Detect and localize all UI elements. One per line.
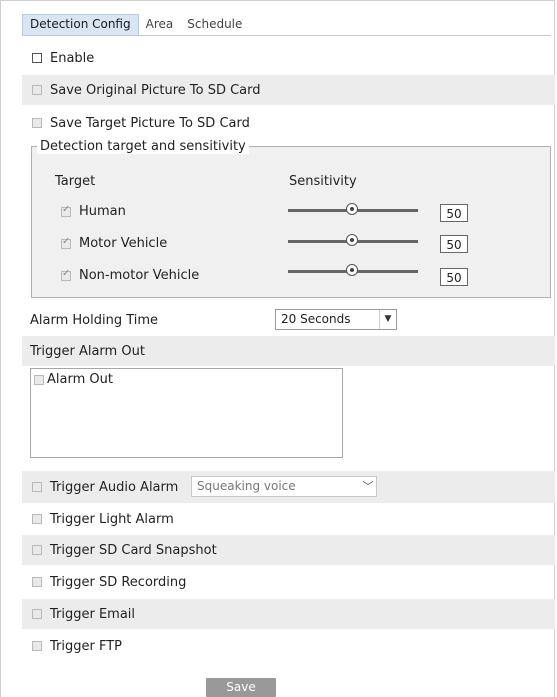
trigger-alarm-out-label: Trigger Alarm Out: [30, 343, 145, 359]
alarm-out-label: Alarm Out: [47, 372, 113, 387]
trigger-ftp-row: Trigger FTP: [22, 631, 555, 661]
save-button[interactable]: Save: [206, 678, 276, 697]
trigger-light-label: Trigger Light Alarm: [50, 511, 174, 527]
motor-vehicle-label: Motor Vehicle: [79, 236, 168, 251]
human-label: Human: [79, 204, 126, 219]
save-target-label: Save Target Picture To SD Card: [50, 115, 250, 131]
slider-knob-icon[interactable]: [346, 264, 358, 276]
trigger-email-checkbox[interactable]: [32, 609, 42, 619]
enable-label: Enable: [50, 50, 95, 66]
trigger-sd-recording-row: Trigger SD Recording: [22, 567, 555, 597]
chevron-down-icon[interactable]: ﹀: [360, 477, 376, 496]
alarm-out-item[interactable]: Alarm Out: [34, 372, 113, 387]
slider-knob-icon[interactable]: [346, 234, 358, 246]
alarm-holding-label: Alarm Holding Time: [30, 313, 159, 328]
motor-vehicle-sensitivity-slider[interactable]: [288, 234, 418, 246]
audio-value: Squeaking voice: [197, 479, 296, 493]
save-target-row: Save Target Picture To SD Card: [22, 108, 555, 138]
tab-divider: [22, 35, 551, 36]
trigger-email-label: Trigger Email: [50, 606, 136, 622]
non-motor-vehicle-sensitivity-slider[interactable]: [288, 264, 418, 276]
slider-knob-icon[interactable]: [346, 203, 358, 215]
trigger-sd-snapshot-checkbox[interactable]: [32, 545, 42, 555]
trigger-sd-recording-checkbox[interactable]: [32, 577, 42, 587]
alarm-out-checkbox[interactable]: [34, 374, 44, 385]
trigger-ftp-label: Trigger FTP: [50, 638, 122, 654]
enable-checkbox[interactable]: [32, 53, 42, 63]
non-motor-vehicle-sensitivity-value[interactable]: 50: [440, 268, 468, 286]
trigger-alarm-out-row: Trigger Alarm Out: [22, 336, 555, 366]
save-original-checkbox[interactable]: [32, 85, 42, 95]
save-original-row: Save Original Picture To SD Card: [22, 75, 555, 105]
enable-row: Enable: [22, 43, 555, 73]
target-human: Human: [61, 204, 126, 219]
target-motor-vehicle: Motor Vehicle: [61, 236, 167, 251]
tab-bar: Detection Config Area Schedule: [22, 13, 249, 35]
non-motor-vehicle-checkbox[interactable]: [61, 268, 71, 281]
save-original-label: Save Original Picture To SD Card: [50, 82, 261, 98]
target-header: Target: [55, 174, 96, 189]
audio-select[interactable]: Squeaking voice ﹀: [191, 476, 377, 497]
motor-vehicle-sensitivity-value[interactable]: 50: [440, 235, 468, 253]
trigger-light-row: Trigger Light Alarm: [22, 504, 555, 534]
tab-area[interactable]: Area: [139, 15, 181, 35]
target-non-motor-vehicle: Non-motor Vehicle: [61, 268, 199, 283]
sensitivity-header: Sensitivity: [289, 174, 357, 189]
tab-schedule[interactable]: Schedule: [180, 15, 249, 35]
trigger-light-checkbox[interactable]: [32, 514, 42, 524]
motor-vehicle-checkbox[interactable]: [61, 236, 71, 249]
human-sensitivity-value[interactable]: 50: [440, 204, 468, 222]
alarm-out-list[interactable]: Alarm Out: [30, 368, 343, 458]
tab-detection-config[interactable]: Detection Config: [22, 14, 139, 35]
chevron-down-icon[interactable]: ▼: [379, 310, 396, 329]
trigger-audio-label: Trigger Audio Alarm: [50, 479, 179, 495]
trigger-sd-snapshot-row: Trigger SD Card Snapshot: [22, 535, 555, 565]
trigger-ftp-checkbox[interactable]: [32, 641, 42, 651]
human-checkbox[interactable]: [61, 204, 71, 217]
trigger-sd-recording-label: Trigger SD Recording: [50, 574, 187, 590]
alarm-holding-value: 20 Seconds: [281, 312, 351, 326]
trigger-sd-snapshot-label: Trigger SD Card Snapshot: [50, 542, 217, 558]
trigger-email-row: Trigger Email: [22, 599, 555, 629]
alarm-holding-select[interactable]: 20 Seconds ▼: [275, 309, 397, 330]
detection-legend: Detection target and sensitivity: [37, 139, 249, 154]
human-sensitivity-slider[interactable]: [288, 203, 418, 215]
save-target-checkbox[interactable]: [32, 118, 42, 128]
trigger-audio-checkbox[interactable]: [32, 482, 42, 492]
non-motor-vehicle-label: Non-motor Vehicle: [79, 268, 200, 283]
